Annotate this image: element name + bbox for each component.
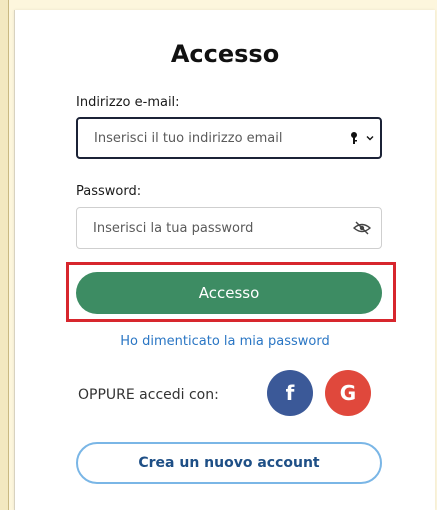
email-field-wrapper [76,117,382,159]
eye-slash-icon [353,221,371,235]
login-panel: Accesso Indirizzo e-mail: Password: Acce… [14,10,435,510]
background-frame-edge [0,0,9,510]
password-field[interactable] [77,208,353,248]
page-title: Accesso [170,40,280,68]
chevron-down-icon [366,136,374,141]
password-manager-key-icon[interactable] [349,119,374,157]
social-login-prompt: OPPURE accedi con: [78,387,219,403]
key-icon [351,132,357,144]
submit-button[interactable]: Accesso [76,272,382,314]
create-account-button[interactable]: Crea un nuovo account [76,442,382,484]
facebook-icon: f [285,381,295,405]
email-field[interactable] [78,119,354,157]
facebook-login-button[interactable]: f [267,370,313,416]
toggle-password-visibility-button[interactable] [353,208,371,248]
forgot-password-link[interactable]: Ho dimenticato la mia password [15,334,435,349]
password-label: Password: [76,184,142,199]
password-field-wrapper [76,207,382,249]
google-login-button[interactable]: G [325,370,371,416]
email-label: Indirizzo e-mail: [76,95,180,110]
google-icon: G [339,381,357,405]
